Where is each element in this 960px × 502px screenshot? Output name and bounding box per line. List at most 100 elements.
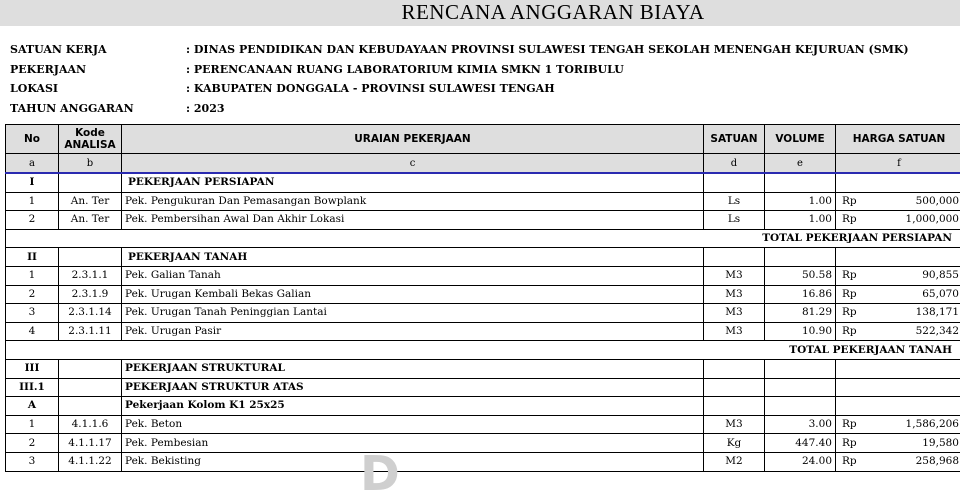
section-satuan [704,173,765,192]
row-volume: 1.00 [765,192,836,211]
row-desc: Pek. Pembesian [122,434,704,453]
info-label: PEKERJAAN [10,60,86,80]
section-title: Pekerjaan Kolom K1 25x25 [122,397,704,416]
row-currency: Rp [836,434,873,453]
letter-cell: e [765,154,836,174]
row-desc: Pek. Urugan Kembali Bekas Galian [122,285,704,304]
table-row: 32.3.1.14Pek. Urugan Tanah Peninggian La… [6,304,960,323]
section-satuan [704,397,765,416]
table-row: 2An. TerPek. Pembersihan Awal Dan Akhir … [6,211,960,230]
row-harga: 500,000 [873,192,960,211]
row-desc: Pek. Pengukuran Dan Pemasangan Bowplank [122,192,704,211]
table-row: 14.1.1.6Pek. BetonM33.00Rp1,586,206 [6,415,960,434]
section-no: III [6,359,59,378]
row-volume: 24.00 [765,452,836,471]
info-value: : DINAS PENDIDIKAN DAN KEBUDAYAAN PROVIN… [186,40,909,60]
row-desc: Pek. Galian Tanah [122,266,704,285]
row-satuan: M2 [704,452,765,471]
letter-cell: a [6,154,59,174]
section-harga [836,248,960,267]
row-harga: 90,855 [873,266,960,285]
row-currency: Rp [836,285,873,304]
letter-row: a b c d e f [6,154,960,174]
row-satuan: M3 [704,415,765,434]
row-no: 2 [6,285,59,304]
section-harga [836,173,960,192]
section-title: PEKERJAAN TANAH [122,248,704,267]
budget-table: No KodeANALISA URAIAN PEKERJAAN SATUAN V… [5,124,960,472]
col-header-volume: VOLUME [765,125,836,154]
row-desc: Pek. Pembersihan Awal Dan Akhir Lokasi [122,211,704,230]
section-volume [765,378,836,397]
letter-cell: f [836,154,960,174]
section-row: III PEKERJAAN STRUKTURAL [6,359,960,378]
row-harga: 522,342 [873,322,960,341]
section-row: A Pekerjaan Kolom K1 25x25 [6,397,960,416]
row-desc: Pek. Beton [122,415,704,434]
section-volume [765,173,836,192]
row-kode: 4.1.1.22 [59,452,122,471]
section-harga [836,378,960,397]
row-harga: 65,070 [873,285,960,304]
col-header-no: No [6,125,59,154]
section-volume [765,359,836,378]
row-kode: 2.3.1.14 [59,304,122,323]
row-no: 1 [6,415,59,434]
col-header-satuan: SATUAN [704,125,765,154]
row-kode: 4.1.1.17 [59,434,122,453]
row-kode: 2.3.1.9 [59,285,122,304]
info-value: : 2023 [186,99,225,119]
section-no: I [6,173,59,192]
total-label: TOTAL PEKERJAAN TANAH [6,341,960,360]
section-kode [59,378,122,397]
row-volume: 81.29 [765,304,836,323]
info-value: : PERENCANAAN RUANG LABORATORIUM KIMIA S… [186,60,624,80]
section-no: A [6,397,59,416]
section-satuan [704,248,765,267]
row-harga: 138,171 [873,304,960,323]
row-satuan: M3 [704,304,765,323]
col-header-kode: KodeANALISA [59,125,122,154]
info-value: : KABUPATEN DONGGALA - PROVINSI SULAWESI… [186,79,555,99]
row-satuan: Kg [704,434,765,453]
section-row: III.1PEKERJAAN STRUKTUR ATAS [6,378,960,397]
row-harga: 19,580 [873,434,960,453]
row-kode: 2.3.1.11 [59,322,122,341]
table-body: IPEKERJAAN PERSIAPAN1An. TerPek. Penguku… [6,173,960,471]
info-label: LOKASI [10,79,58,99]
row-volume: 50.58 [765,266,836,285]
letter-cell: c [122,154,704,174]
section-satuan [704,359,765,378]
section-kode [59,248,122,267]
col-header-harga: HARGA SATUAN [836,125,960,154]
info-label: SATUAN KERJA [10,40,107,60]
row-kode: 2.3.1.1 [59,266,122,285]
row-currency: Rp [836,452,873,471]
page-title: RENCANA ANGGARAN BIAYA [0,0,960,25]
row-kode: An. Ter [59,192,122,211]
row-satuan: Ls [704,192,765,211]
row-kode: An. Ter [59,211,122,230]
row-satuan: M3 [704,285,765,304]
row-satuan: M3 [704,322,765,341]
section-no: III.1 [6,378,59,397]
row-no: 1 [6,192,59,211]
row-currency: Rp [836,266,873,285]
row-currency: Rp [836,304,873,323]
table-row: 1An. TerPek. Pengukuran Dan Pemasangan B… [6,192,960,211]
letter-cell: b [59,154,122,174]
section-title: PEKERJAAN STRUKTURAL [122,359,704,378]
row-kode: 4.1.1.6 [59,415,122,434]
section-kode [59,397,122,416]
section-volume [765,248,836,267]
row-currency: Rp [836,322,873,341]
row-no: 2 [6,434,59,453]
section-harga [836,397,960,416]
col-header-kode-line1: Kode [75,127,105,139]
letter-cell: d [704,154,765,174]
watermark: D [360,454,510,494]
row-no: 1 [6,266,59,285]
total-row: TOTAL PEKERJAAN TANAH [6,341,960,360]
section-row: IPEKERJAAN PERSIAPAN [6,173,960,192]
section-kode [59,173,122,192]
